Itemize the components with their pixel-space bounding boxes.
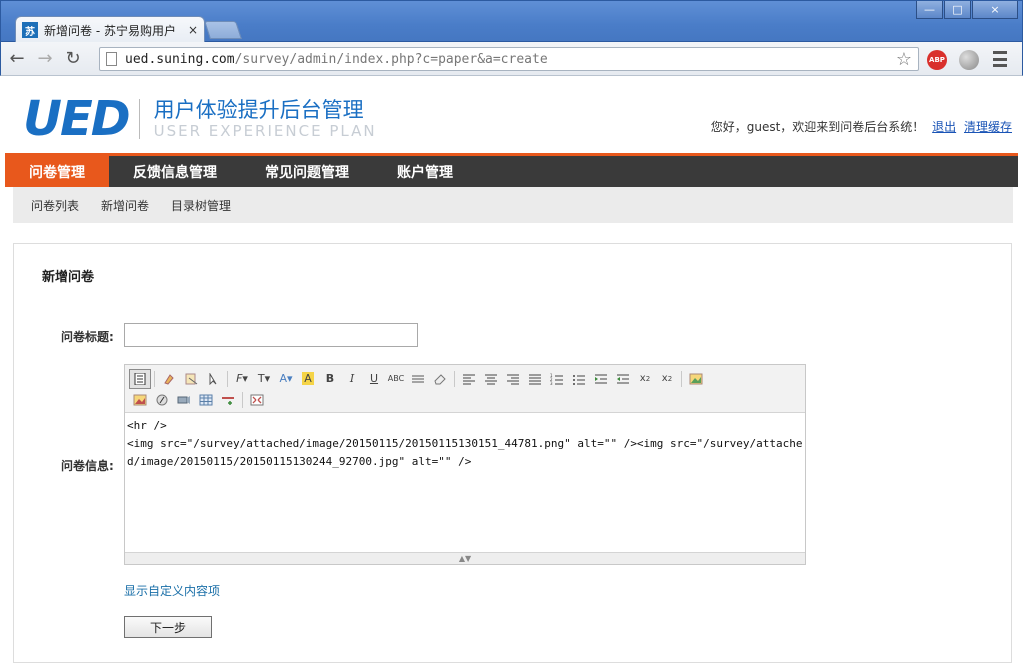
insert-image-icon[interactable] xyxy=(685,369,707,389)
browser-tab-active[interactable]: 苏 新增问卷 - 苏宁易购用户 × xyxy=(15,16,205,43)
sub-nav: 问卷列表 新增问卷 目录树管理 xyxy=(13,187,1013,223)
bold-icon[interactable]: B xyxy=(319,369,341,389)
nav-faq-management[interactable]: 常见问题管理 xyxy=(241,156,373,187)
survey-title-label: 问卷标题: xyxy=(61,330,114,344)
close-window-button[interactable]: × xyxy=(972,1,1018,19)
subnav-survey-list[interactable]: 问卷列表 xyxy=(31,197,79,214)
font-family-icon[interactable]: F▾ xyxy=(231,369,253,389)
fullscreen-icon[interactable] xyxy=(246,390,268,410)
adblock-plus-icon[interactable]: ABP xyxy=(927,50,947,70)
tab-close-icon[interactable]: × xyxy=(188,23,198,37)
underline-icon[interactable]: U xyxy=(363,369,385,389)
chrome-menu-icon[interactable] xyxy=(993,51,1007,67)
nav-survey-management[interactable]: 问卷管理 xyxy=(5,156,109,187)
reload-icon[interactable]: ↻ xyxy=(61,47,85,71)
paste-word-icon[interactable] xyxy=(180,369,202,389)
browser-toolbar: ← → ↻ ued.suning.com/survey/admin/index.… xyxy=(0,42,1023,76)
url-path: /survey/admin/index.php?c=paper&a=create xyxy=(234,51,548,67)
logo-text: 用户体验提升后台管理 USER EXPERIENCE PLAN xyxy=(154,98,377,140)
eraser-icon[interactable] xyxy=(429,369,451,389)
subnav-directory-tree[interactable]: 目录树管理 xyxy=(171,197,231,214)
nav-feedback-management[interactable]: 反馈信息管理 xyxy=(109,156,241,187)
subnav-new-survey[interactable]: 新增问卷 xyxy=(101,197,149,214)
back-arrow-icon[interactable]: ← xyxy=(5,47,29,71)
main-nav: 问卷管理 反馈信息管理 常见问题管理 账户管理 xyxy=(5,153,1018,187)
logo-mark: UED xyxy=(23,91,131,147)
flash-icon[interactable] xyxy=(151,390,173,410)
ued-logo: UED 用户体验提升后台管理 USER EXPERIENCE PLAN xyxy=(23,91,377,147)
forward-arrow-icon[interactable]: → xyxy=(33,47,57,71)
rich-text-editor: F▾ T▾ A▾ A B I U ABC 123 x 2 x 2 <hr /> … xyxy=(124,364,806,565)
align-center-icon[interactable] xyxy=(480,369,502,389)
minimize-button[interactable]: — xyxy=(916,1,943,19)
tab-title: 新增问卷 - 苏宁易购用户 xyxy=(44,23,176,38)
show-custom-items-link[interactable]: 显示自定义内容项 xyxy=(124,582,220,599)
table-icon[interactable] xyxy=(195,390,217,410)
font-size-icon[interactable]: T▾ xyxy=(253,369,275,389)
select-all-icon[interactable] xyxy=(202,369,224,389)
browser-titlebar: 苏 新增问卷 - 苏宁易购用户 × — □ × xyxy=(0,0,1023,43)
unordered-list-icon[interactable] xyxy=(568,369,590,389)
editor-toolbar: F▾ T▾ A▾ A B I U ABC 123 x 2 x 2 xyxy=(125,365,805,413)
create-survey-panel: 新增问卷 问卷标题: 问卷信息: F▾ T▾ A▾ A B I U ABC 1 … xyxy=(13,243,1012,663)
clear-format-icon[interactable] xyxy=(158,369,180,389)
user-greeting: 您好，guest，欢迎来到问卷后台系统！ 退出 清理缓存 xyxy=(711,118,1012,135)
nav-account-management[interactable]: 账户管理 xyxy=(373,156,477,187)
bookmark-star-icon[interactable]: ☆ xyxy=(896,49,912,70)
align-right-icon[interactable] xyxy=(502,369,524,389)
outdent-icon[interactable] xyxy=(612,369,634,389)
italic-icon[interactable]: I xyxy=(341,369,363,389)
line-height-icon[interactable] xyxy=(407,369,429,389)
horizontal-rule-icon[interactable] xyxy=(217,390,239,410)
suning-favicon-icon: 苏 xyxy=(22,22,38,38)
logo-title-cn: 用户体验提升后台管理 xyxy=(153,98,364,122)
new-tab-button[interactable] xyxy=(204,21,242,39)
strikethrough-icon[interactable]: ABC xyxy=(385,369,407,389)
maximize-button[interactable]: □ xyxy=(944,1,971,19)
greeting-text: 您好，guest，欢迎来到问卷后台系统！ xyxy=(710,120,925,134)
page-icon xyxy=(106,52,117,66)
window-controls: — □ × xyxy=(915,1,1018,19)
justify-icon[interactable] xyxy=(524,369,546,389)
editor-content[interactable]: <hr /> <img src="/survey/attached/image/… xyxy=(125,413,805,552)
logo-divider xyxy=(138,99,140,139)
address-bar[interactable]: ued.suning.com/survey/admin/index.php?c=… xyxy=(99,47,919,71)
superscript-icon[interactable]: x2 xyxy=(656,369,678,389)
source-code-icon[interactable] xyxy=(129,368,151,389)
logo-title-en: USER EXPERIENCE PLAN xyxy=(153,122,377,140)
survey-title-input[interactable] xyxy=(124,323,418,347)
font-color-icon[interactable]: A▾ xyxy=(275,369,297,389)
logout-link[interactable]: 退出 xyxy=(932,120,956,134)
clear-cache-link[interactable]: 清理缓存 xyxy=(964,120,1012,134)
editor-resize-handle-icon[interactable]: ▲▼ xyxy=(125,552,805,564)
align-left-icon[interactable] xyxy=(458,369,480,389)
url-text[interactable]: ued.suning.com/survey/admin/index.php?c=… xyxy=(125,52,896,67)
highlight-color-icon[interactable]: A xyxy=(297,369,319,389)
url-host: ued.suning.com xyxy=(125,51,235,67)
globe-extension-icon[interactable] xyxy=(959,50,979,70)
indent-icon[interactable] xyxy=(590,369,612,389)
media-icon[interactable] xyxy=(173,390,195,410)
page-content: UED 用户体验提升后台管理 USER EXPERIENCE PLAN 您好，g… xyxy=(1,77,1022,669)
panel-title: 新增问卷 xyxy=(42,270,95,285)
site-header: UED 用户体验提升后台管理 USER EXPERIENCE PLAN 您好，g… xyxy=(1,77,1022,153)
svg-text:3: 3 xyxy=(550,381,553,385)
survey-info-label: 问卷信息: xyxy=(61,459,114,473)
next-step-button[interactable]: 下一步 xyxy=(124,616,212,638)
ordered-list-icon[interactable]: 123 xyxy=(546,369,568,389)
subscript-icon[interactable]: x2 xyxy=(634,369,656,389)
multi-image-icon[interactable] xyxy=(129,390,151,410)
